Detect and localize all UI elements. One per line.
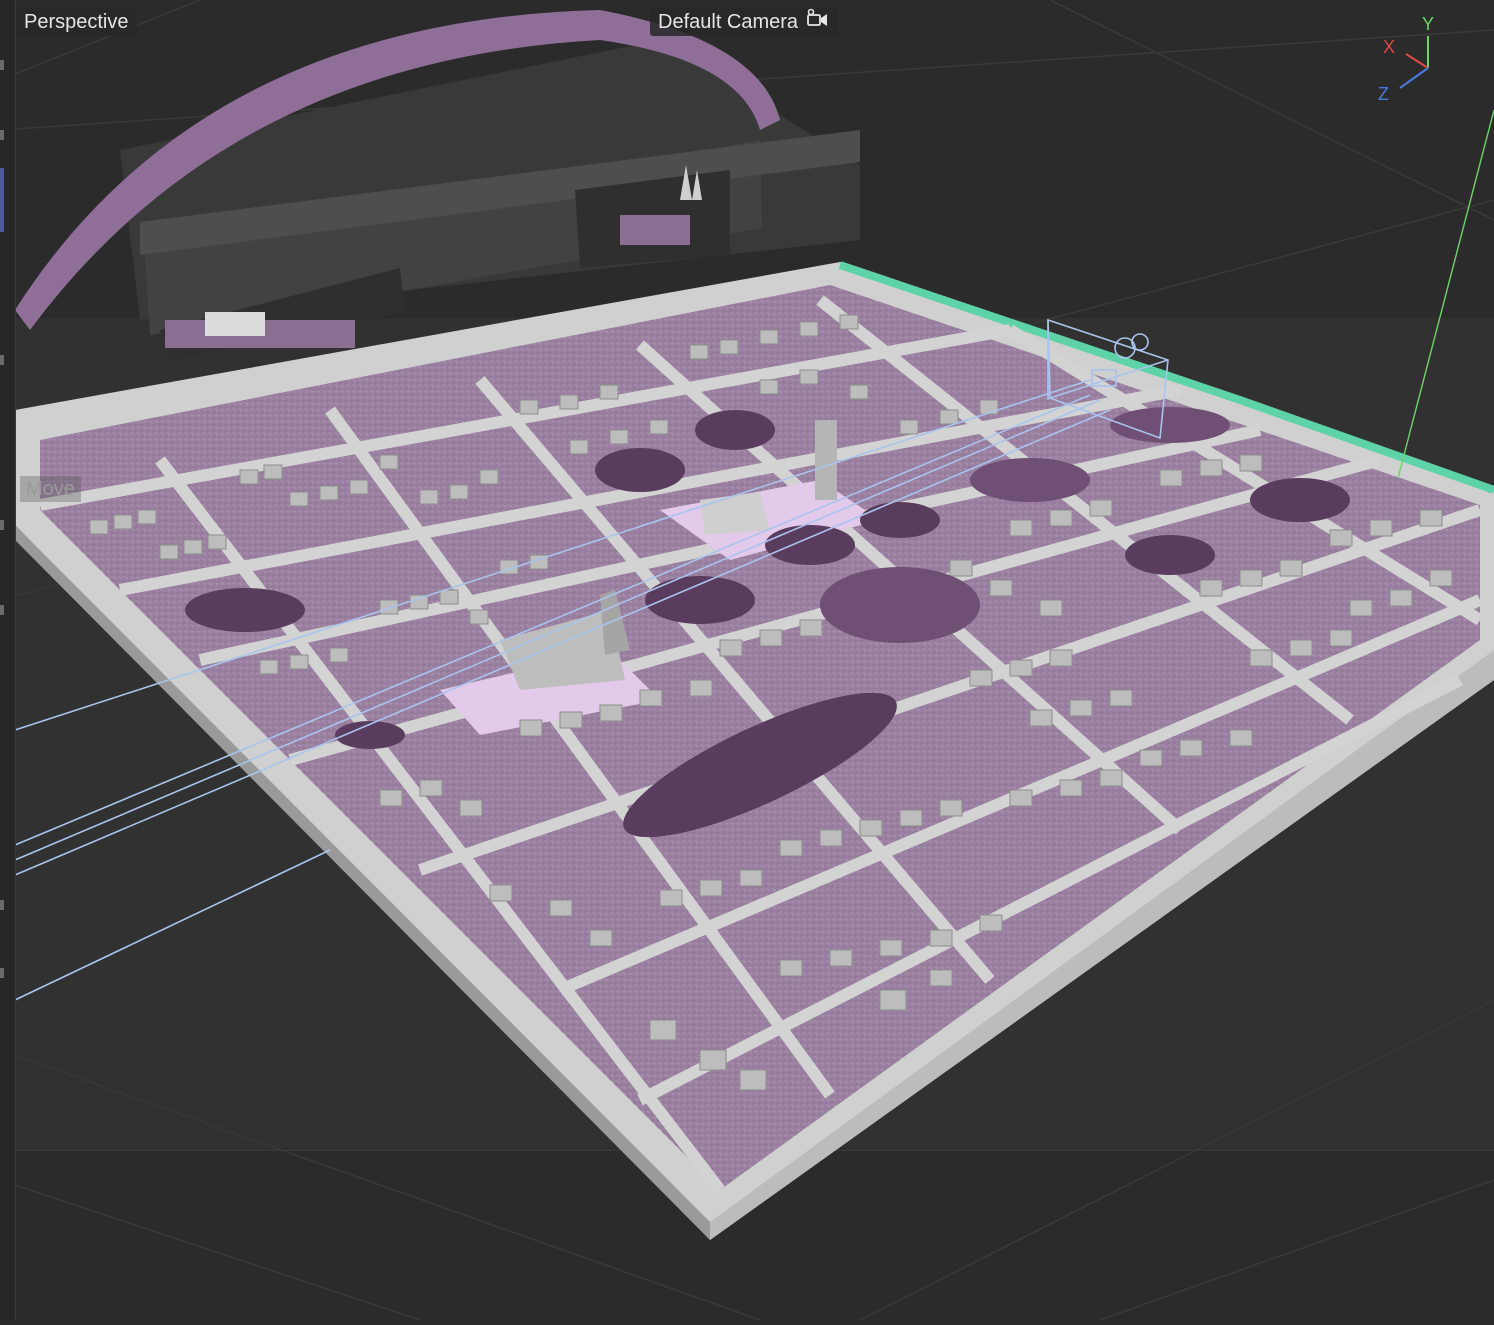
view-mode-menu[interactable]: Perspective <box>16 8 137 36</box>
rail-marker <box>0 355 4 365</box>
axis-gizmo[interactable]: Y X Z <box>1370 10 1460 105</box>
rail-marker <box>0 968 4 978</box>
rail-active-indicator <box>0 168 4 232</box>
rail-marker <box>0 605 4 615</box>
rail-marker <box>0 520 4 530</box>
rail-marker <box>0 130 4 140</box>
z-axis-line <box>1399 67 1429 89</box>
camera-name: Default Camera <box>658 11 799 33</box>
z-axis-label: Z <box>1378 84 1389 104</box>
camera-lock-icon[interactable] <box>806 8 830 36</box>
rail-marker <box>0 60 4 70</box>
move-tool-text: Move <box>26 478 75 500</box>
move-tool-hint: Move <box>20 476 81 502</box>
x-axis-line <box>1405 53 1429 69</box>
rail-marker <box>0 900 4 910</box>
scene-canvas[interactable] <box>0 0 1494 1321</box>
camera-selector[interactable]: Default Camera <box>650 8 839 36</box>
y-axis-label: Y <box>1422 14 1434 34</box>
3d-viewport[interactable]: Perspective Default Camera Move Y X Z <box>0 0 1494 1321</box>
x-axis-label: X <box>1383 37 1395 57</box>
left-tool-rail[interactable] <box>0 0 16 1320</box>
